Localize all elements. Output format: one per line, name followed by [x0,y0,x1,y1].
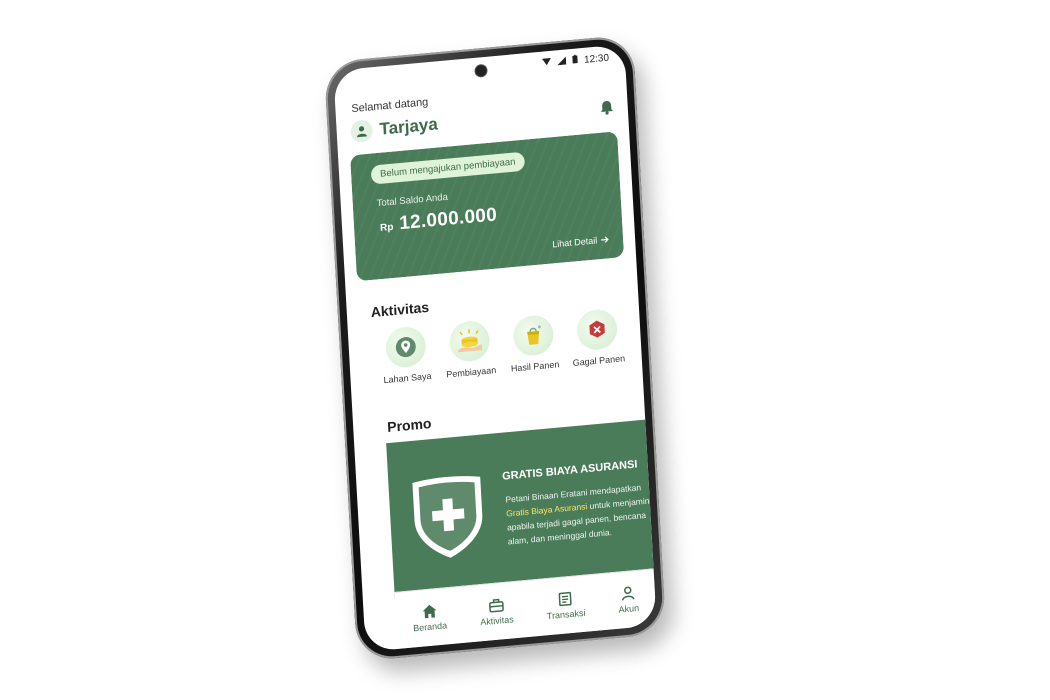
stage: 12:30 Selamat datang Tarjaya Belum menga… [0,0,1050,700]
activity-hasil-panen[interactable]: Hasil Panen [501,313,566,375]
balance-amount-row: Rp 12.000.000 [379,204,498,237]
activity-label: Pembiayaan [446,364,497,380]
shield-icon [406,470,491,569]
nav-akun[interactable]: Akun [617,585,639,615]
financing-status-badge: Belum mengajukan pembiayaan [370,151,525,185]
signal-icon [557,56,567,68]
activity-label: Gagal Panen [572,353,626,369]
activity-lahan-saya[interactable]: Lahan Saya [374,324,439,386]
front-camera [474,63,488,78]
user-info: Tarjaya [350,113,439,144]
harvest-bag-icon [512,313,555,358]
promo-section-title: Promo [386,415,432,436]
activity-label: Hasil Panen [510,359,560,374]
status-bar: 12:30 [541,52,610,70]
nav-beranda[interactable]: Beranda [412,602,447,633]
nav-transaksi[interactable]: Transaksi [546,590,586,621]
bell-icon[interactable] [599,99,614,119]
crop-fail-icon [576,307,619,352]
nav-label: Transaksi [546,607,586,622]
view-detail-label: Lihat Detail [551,235,598,250]
balance-amount: 12.000.000 [398,204,498,235]
briefcase-icon [488,598,504,613]
nav-label: Akun [618,602,640,615]
currency-label: Rp [379,221,394,234]
avatar[interactable] [350,119,374,144]
wifi-icon [541,57,552,69]
username: Tarjaya [379,114,439,139]
map-pin-icon [384,325,427,369]
balance-card[interactable]: Belum mengajukan pembiayaan Total Saldo … [350,131,625,282]
nav-label: Beranda [412,620,448,634]
balance-label: Total Saldo Anda [376,191,449,210]
promo-heading: GRATIS BIAYA ASURANSI [501,458,638,483]
activities-section-title: Aktivitas [370,298,430,321]
user-icon [357,126,367,138]
nav-label: Aktivitas [480,614,514,628]
status-time: 12:30 [583,52,610,66]
greeting-text: Selamat datang [351,96,429,116]
home-icon [422,604,437,619]
nav-aktivitas[interactable]: Aktivitas [479,596,514,627]
activity-gagal-panen[interactable]: Gagal Panen [565,307,630,369]
activity-pembiayaan[interactable]: Pembiayaan [438,319,503,381]
phone-device: 12:30 Selamat datang Tarjaya Belum menga… [323,34,667,662]
activity-label: Lahan Saya [383,370,432,386]
promo-description: Petani Binaan Eratani mendapatkan Gratis… [505,478,657,548]
phone-screen: 12:30 Selamat datang Tarjaya Belum menga… [333,44,657,652]
coins-icon [448,319,491,364]
battery-icon [572,54,579,67]
activities-grid: Lahan Saya Pembiayaan Hasil Panen Gagal … [374,307,630,386]
arrow-right-icon [601,236,609,243]
receipt-icon [558,591,572,607]
user-icon [622,586,635,601]
view-detail-link[interactable]: Lihat Detail [552,234,609,249]
